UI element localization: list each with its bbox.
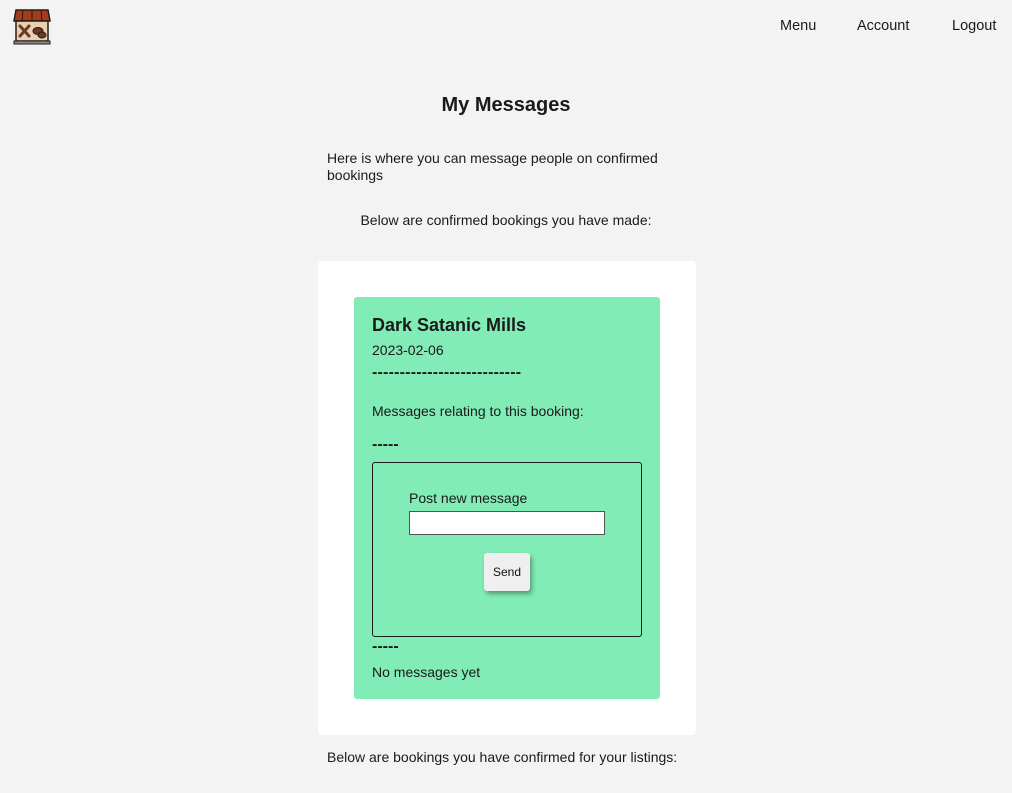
intro-text: Here is where you can message people on … — [327, 150, 658, 183]
page-title: My Messages — [441, 94, 571, 116]
booking-divider: --------------------------- — [372, 364, 522, 381]
messages-divider-bottom: ----- — [372, 638, 399, 655]
message-input[interactable] — [409, 511, 605, 535]
no-messages-text: No messages yet — [372, 664, 481, 680]
shop-logo-icon[interactable] — [13, 8, 51, 45]
booking-title: Dark Satanic Mills — [372, 315, 527, 335]
messages-label: Messages relating to this booking: — [372, 403, 584, 419]
nav-logout-link[interactable]: Logout — [952, 18, 996, 35]
post-message-label: Post new message — [409, 490, 528, 506]
nav-menu-link[interactable]: Menu — [780, 18, 816, 35]
bookings-made-heading: Below are confirmed bookings you have ma… — [360, 212, 652, 228]
send-button[interactable]: Send — [484, 553, 530, 591]
messages-divider-top: ----- — [372, 436, 399, 453]
booking-date: 2023-02-06 — [372, 342, 444, 358]
post-message-form: Post new message Send — [372, 462, 642, 637]
bookings-listings-heading: Below are bookings you have confirmed fo… — [327, 749, 678, 765]
nav-account-link[interactable]: Account — [857, 18, 909, 35]
booking-card: Dark Satanic Mills 2023-02-06 ----------… — [354, 297, 660, 699]
